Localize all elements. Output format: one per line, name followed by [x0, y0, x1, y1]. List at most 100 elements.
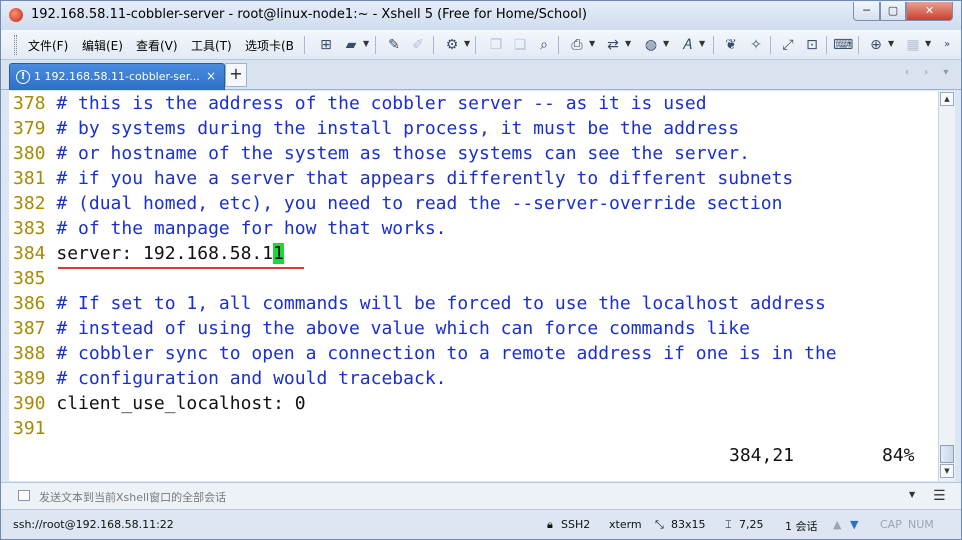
tab-bar: ! 1 192.168.58.11-cobbler-ser... × + ‹ ›… — [1, 60, 961, 90]
connection-info: ssh://root@192.168.58.11:22 — [13, 518, 174, 531]
print-icon[interactable]: ⎙ — [567, 35, 587, 55]
tab-navigation-arrows[interactable]: ‹ › ▾ — [905, 67, 954, 78]
tab-label: 1 192.168.58.11-cobbler-ser... — [34, 70, 200, 83]
title-bar[interactable]: 192.168.58.11-cobbler-server - root@linu… — [1, 1, 961, 30]
toolbar-separator — [713, 36, 714, 54]
terminal-line: 378 # this is the address of the cobbler… — [13, 91, 707, 116]
menu-file[interactable]: 文件(F) — [28, 37, 68, 54]
chevron-down-icon[interactable]: ▼ — [625, 39, 631, 48]
open-folder-icon[interactable]: ▰ — [341, 35, 361, 55]
compose-bar: 发送文本到当前Xshell窗口的全部会话 ▼ ☰ — [1, 482, 961, 509]
annotation-underline — [58, 267, 304, 269]
properties-icon[interactable]: ⚙ — [442, 35, 462, 55]
toolbar-separator — [770, 36, 771, 54]
scroll-up-icon[interactable]: ▲ — [940, 92, 954, 106]
add-tab-button[interactable]: + — [225, 63, 247, 87]
chevron-down-icon[interactable]: ▼ — [663, 39, 669, 48]
terminal-line: 388 # cobbler sync to open a connection … — [13, 341, 837, 366]
upload-arrow-icon: ▲ — [833, 518, 842, 531]
compose-checkbox[interactable] — [18, 490, 30, 501]
comment-text: # (dual homed, etc), you need to read th… — [56, 193, 783, 214]
line-number: 386 — [13, 293, 46, 314]
menu-edit[interactable]: 编辑(E) — [82, 37, 123, 54]
terminal-line: 390 client_use_localhost: 0 — [13, 391, 306, 416]
code-text: server: 192.168.58.1 — [56, 243, 274, 264]
line-number: 383 — [13, 218, 46, 239]
chevron-down-icon[interactable]: ▼ — [363, 39, 369, 48]
comment-text: # of the manpage for how that works. — [56, 218, 447, 239]
menu-view[interactable]: 查看(V) — [136, 37, 178, 54]
terminal-scrollbar[interactable]: ▲ ▼ — [938, 91, 955, 481]
globe-icon[interactable]: ◍ — [641, 35, 661, 55]
terminal-line: 381 # if you have a server that appears … — [13, 166, 793, 191]
find-icon[interactable]: ⌕ — [534, 35, 554, 55]
line-number: 380 — [13, 143, 46, 164]
xftp-icon[interactable]: ❦ — [721, 35, 741, 55]
chevron-down-icon[interactable]: ▼ — [909, 490, 915, 499]
scrollbar-thumb[interactable] — [940, 445, 954, 463]
toolbar-separator — [475, 36, 476, 54]
terminal-line: 387 # instead of using the above value w… — [13, 316, 750, 341]
comment-text: # instead of using the above value which… — [56, 318, 750, 339]
terminal-line: 383 # of the manpage for how that works. — [13, 216, 447, 241]
text-cursor: 1 — [273, 243, 284, 264]
layout-icon[interactable]: ▦ — [903, 35, 923, 55]
status-bar: ssh://root@192.168.58.11:22 🔒︎ SSH2 xter… — [1, 509, 961, 539]
font-icon[interactable]: 𝐴 — [677, 35, 697, 55]
lock-icon: 🔒︎ — [547, 518, 553, 531]
menu-tools[interactable]: 工具(T) — [191, 37, 232, 54]
line-number: 384 — [13, 243, 46, 264]
new-session-icon[interactable]: ⊞ — [316, 35, 336, 55]
comment-text: # this is the address of the cobbler ser… — [56, 93, 707, 114]
chevron-down-icon[interactable]: ▼ — [464, 39, 470, 48]
tab-close-icon[interactable]: × — [206, 69, 216, 83]
fullscreen-icon[interactable]: ⤢ — [778, 35, 798, 55]
xmanager-icon[interactable]: ✧ — [746, 35, 766, 55]
chevron-down-icon[interactable]: ▼ — [699, 39, 705, 48]
disconnect-icon[interactable]: ✐ — [408, 35, 428, 55]
terminal-line: 382 # (dual homed, etc), you need to rea… — [13, 191, 782, 216]
toolbar-separator — [826, 36, 827, 54]
toolbar-separator — [304, 36, 305, 54]
reconnect-icon[interactable]: ✎ — [384, 35, 404, 55]
toolbar-separator — [375, 36, 376, 54]
xshell-logo-icon — [9, 8, 23, 22]
copy-icon[interactable]: ❐ — [486, 35, 506, 55]
comment-text: # cobbler sync to open a connection to a… — [56, 343, 837, 364]
download-arrow-icon: ▼ — [850, 518, 859, 531]
session-count: 1 会话 — [785, 520, 818, 533]
chevron-down-icon[interactable]: ▼ — [888, 39, 894, 48]
compose-input[interactable]: 发送文本到当前Xshell窗口的全部会话 — [39, 489, 226, 505]
close-button[interactable]: ✕ — [906, 2, 953, 21]
cursor-icon: ⌶ — [725, 518, 732, 531]
paste-icon[interactable]: ❏ — [510, 35, 530, 55]
line-number: 390 — [13, 393, 46, 414]
minimize-button[interactable]: ─ — [853, 2, 880, 21]
terminal-area[interactable]: 378 # this is the address of the cobbler… — [9, 91, 938, 481]
terminal-line: 389 # configuration and would traceback. — [13, 366, 447, 391]
toolbar-separator — [433, 36, 434, 54]
toolbar-overflow-icon[interactable]: » — [937, 35, 957, 55]
cursor-coordinates: 7,25 — [739, 518, 764, 531]
chevron-down-icon[interactable]: ▼ — [589, 39, 595, 48]
chevron-down-icon[interactable]: ▼ — [925, 39, 931, 48]
comment-text: # if you have a server that appears diff… — [56, 168, 794, 189]
toolbar-separator — [858, 36, 859, 54]
hamburger-menu-icon[interactable]: ☰ — [933, 488, 946, 504]
menu-toolbar: 文件(F) 编辑(E) 查看(V) 工具(T) 选项卡(B ⊞ ▰ ▼ ✎ ✐ … — [1, 30, 961, 60]
keyboard-icon[interactable]: ⌨ — [833, 35, 853, 55]
cursor-position: 384,21 — [729, 445, 795, 466]
maximize-button[interactable]: ▢ — [880, 2, 906, 21]
new-tab-icon[interactable]: ⊕ — [866, 35, 886, 55]
scroll-down-icon[interactable]: ▼ — [940, 464, 954, 478]
toolbar-grip[interactable] — [14, 35, 17, 55]
num-lock-indicator: NUM — [908, 518, 934, 531]
lock-icon[interactable]: ⊡ — [802, 35, 822, 55]
terminal-size: 83x15 — [671, 518, 706, 531]
line-number: 387 — [13, 318, 46, 339]
menu-tabs[interactable]: 选项卡(B — [245, 37, 294, 54]
tab-session[interactable]: ! 1 192.168.58.11-cobbler-ser... × — [9, 63, 225, 90]
scroll-percent: 84% — [882, 445, 915, 466]
xshell-window: 192.168.58.11-cobbler-server - root@linu… — [0, 0, 962, 540]
transfer-icon[interactable]: ⇄ — [603, 35, 623, 55]
